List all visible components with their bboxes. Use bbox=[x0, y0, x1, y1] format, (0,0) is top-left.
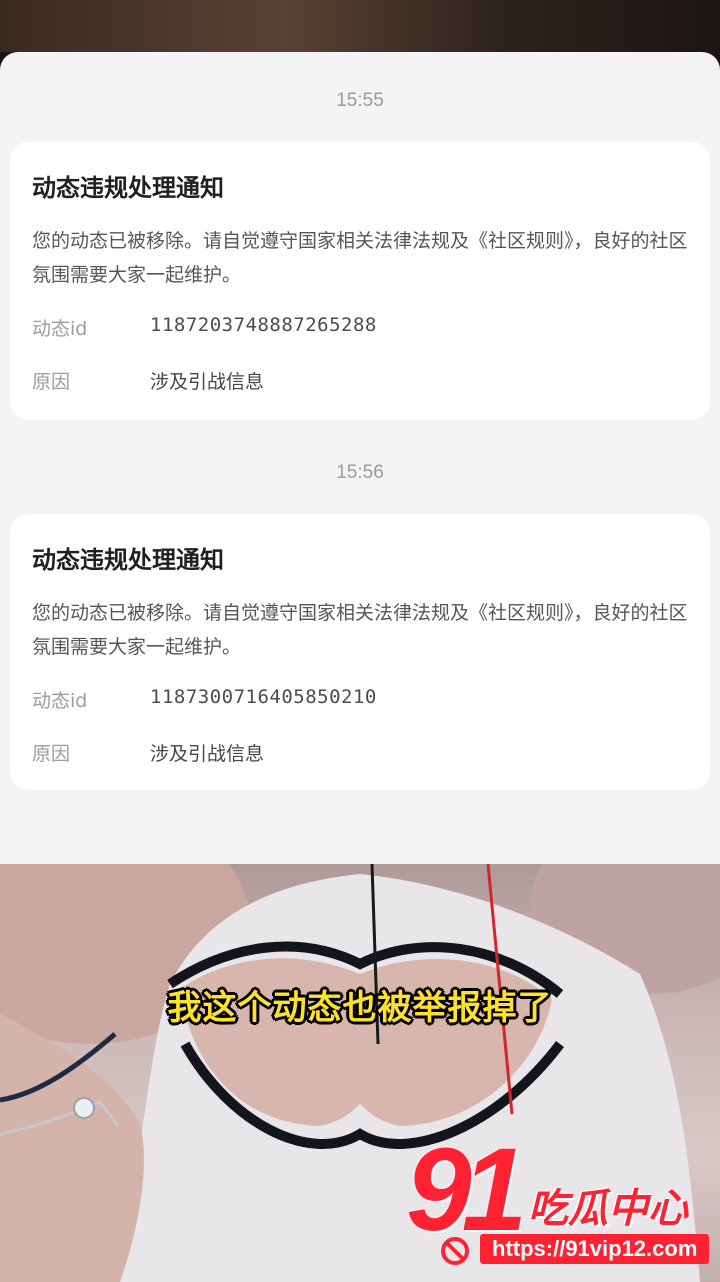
notice-2-id-label: 动态id bbox=[32, 690, 88, 712]
watermark-name: 吃瓜中心 bbox=[528, 1186, 688, 1232]
screenshot-panel: 15:55 动态违规处理通知 您的动态已被移除。请自觉遵守国家相关法律法规及《社… bbox=[0, 52, 720, 864]
notice-2-title: 动态违规处理通知 bbox=[32, 546, 224, 574]
notice-2-body: 您的动态已被移除。请自觉遵守国家相关法律法规及《社区规则》，良好的社区氛围需要大… bbox=[32, 602, 688, 658]
notice-card-1[interactable]: 动态违规处理通知 您的动态已被移除。请自觉遵守国家相关法律法规及《社区规则》，良… bbox=[10, 142, 710, 420]
ban-icon bbox=[441, 1237, 469, 1265]
notice-2-reason-label: 原因 bbox=[32, 743, 71, 765]
notice-1-id-label: 动态id bbox=[32, 318, 88, 340]
notice-2-reason-value: 涉及引战信息 bbox=[150, 743, 265, 765]
video-caption: 我这个动态也被举报掉了 bbox=[167, 988, 553, 1028]
notice-1-time: 15:55 bbox=[336, 90, 384, 111]
notice-2-time: 15:56 bbox=[336, 462, 384, 483]
notice-1-reason-label: 原因 bbox=[32, 371, 71, 393]
video-top-strip bbox=[0, 0, 720, 52]
watermark-logo: 91 吃瓜中心 https://91vip12.com bbox=[400, 1124, 720, 1280]
notice-2-id-value: 1187300716405850210 bbox=[150, 686, 377, 708]
watermark-url[interactable]: https://91vip12.com bbox=[480, 1234, 710, 1264]
notice-1-id-value: 1187203748887265288 bbox=[150, 314, 377, 336]
notice-card-2[interactable]: 动态违规处理通知 您的动态已被移除。请自觉遵守国家相关法律法规及《社区规则》，良… bbox=[10, 514, 710, 790]
notice-1-title: 动态违规处理通知 bbox=[32, 174, 224, 202]
notice-1-body: 您的动态已被移除。请自觉遵守国家相关法律法规及《社区规则》，良好的社区氛围需要大… bbox=[32, 230, 688, 286]
notice-1-reason-value: 涉及引战信息 bbox=[150, 371, 265, 393]
